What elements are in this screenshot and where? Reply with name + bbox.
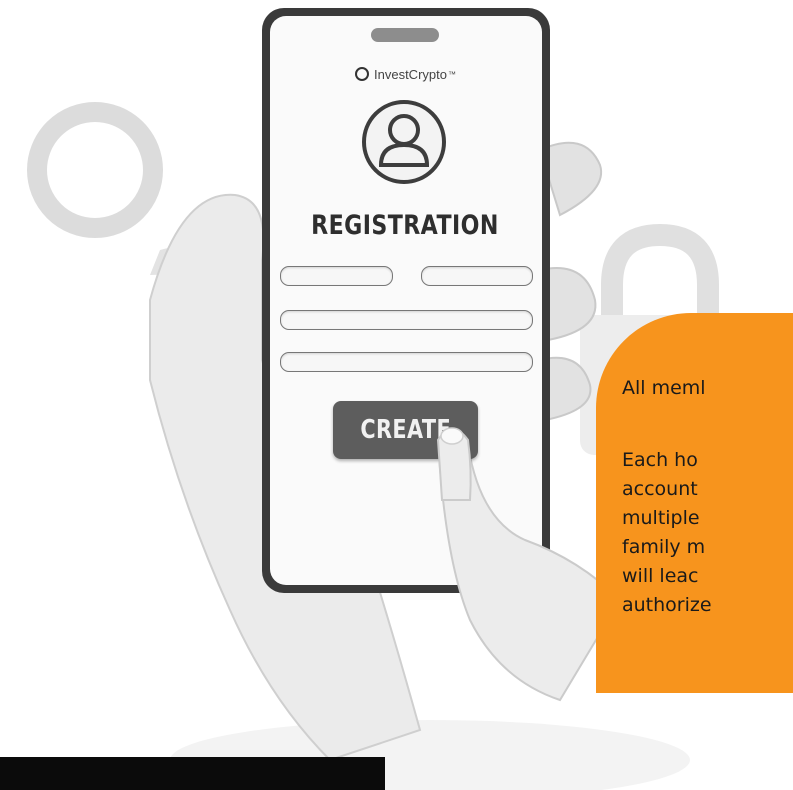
info-line: family m [622, 536, 706, 558]
info-line: multiple [622, 507, 700, 529]
info-line: Each ho [622, 449, 698, 471]
bottom-black-bar [0, 757, 385, 790]
info-line: will leac [622, 565, 699, 587]
info-line: account [622, 478, 698, 500]
info-line: All meml [622, 377, 706, 399]
info-card: All meml Each ho account multiple family… [596, 313, 793, 693]
info-line: authorize [622, 594, 712, 616]
